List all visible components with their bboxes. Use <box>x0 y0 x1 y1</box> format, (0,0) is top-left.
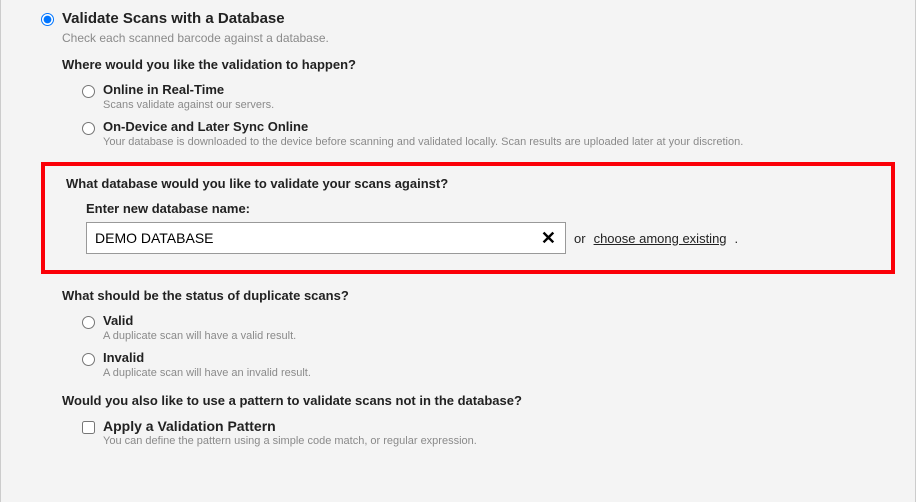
period: . <box>735 231 739 246</box>
option-invalid-title: Invalid <box>103 350 144 365</box>
pattern-title: Apply a Validation Pattern <box>103 418 276 434</box>
database-input-label: Enter new database name: <box>86 201 877 216</box>
or-text: or <box>574 231 586 246</box>
checkbox-apply-pattern[interactable] <box>82 421 95 434</box>
option-invalid-desc: A duplicate scan will have an invalid re… <box>103 367 895 379</box>
radio-online-realtime[interactable] <box>82 85 95 98</box>
radio-duplicate-valid[interactable] <box>82 316 95 329</box>
database-selection-highlight: What database would you like to validate… <box>41 162 895 274</box>
pattern-question: Would you also like to use a pattern to … <box>62 393 895 408</box>
option-valid-title: Valid <box>103 313 133 328</box>
option-ondevice-title: On-Device and Later Sync Online <box>103 119 308 134</box>
radio-validate-db[interactable] <box>41 13 54 26</box>
database-name-input[interactable] <box>86 222 566 254</box>
database-question: What database would you like to validate… <box>66 176 877 191</box>
pattern-desc: You can define the pattern using a simpl… <box>103 435 895 447</box>
main-option-desc: Check each scanned barcode against a dat… <box>62 31 895 45</box>
radio-ondevice-sync[interactable] <box>82 122 95 135</box>
main-option-title: Validate Scans with a Database <box>62 10 285 27</box>
radio-duplicate-invalid[interactable] <box>82 353 95 366</box>
clear-input-icon[interactable]: ✕ <box>537 227 560 249</box>
option-online-title: Online in Real-Time <box>103 82 224 97</box>
option-valid-desc: A duplicate scan will have a valid resul… <box>103 330 895 342</box>
option-ondevice-desc: Your database is downloaded to the devic… <box>103 136 895 148</box>
choose-existing-link[interactable]: choose among existing <box>594 231 727 246</box>
validation-location-question: Where would you like the validation to h… <box>62 57 895 72</box>
duplicate-status-question: What should be the status of duplicate s… <box>62 288 895 303</box>
option-online-desc: Scans validate against our servers. <box>103 99 895 111</box>
